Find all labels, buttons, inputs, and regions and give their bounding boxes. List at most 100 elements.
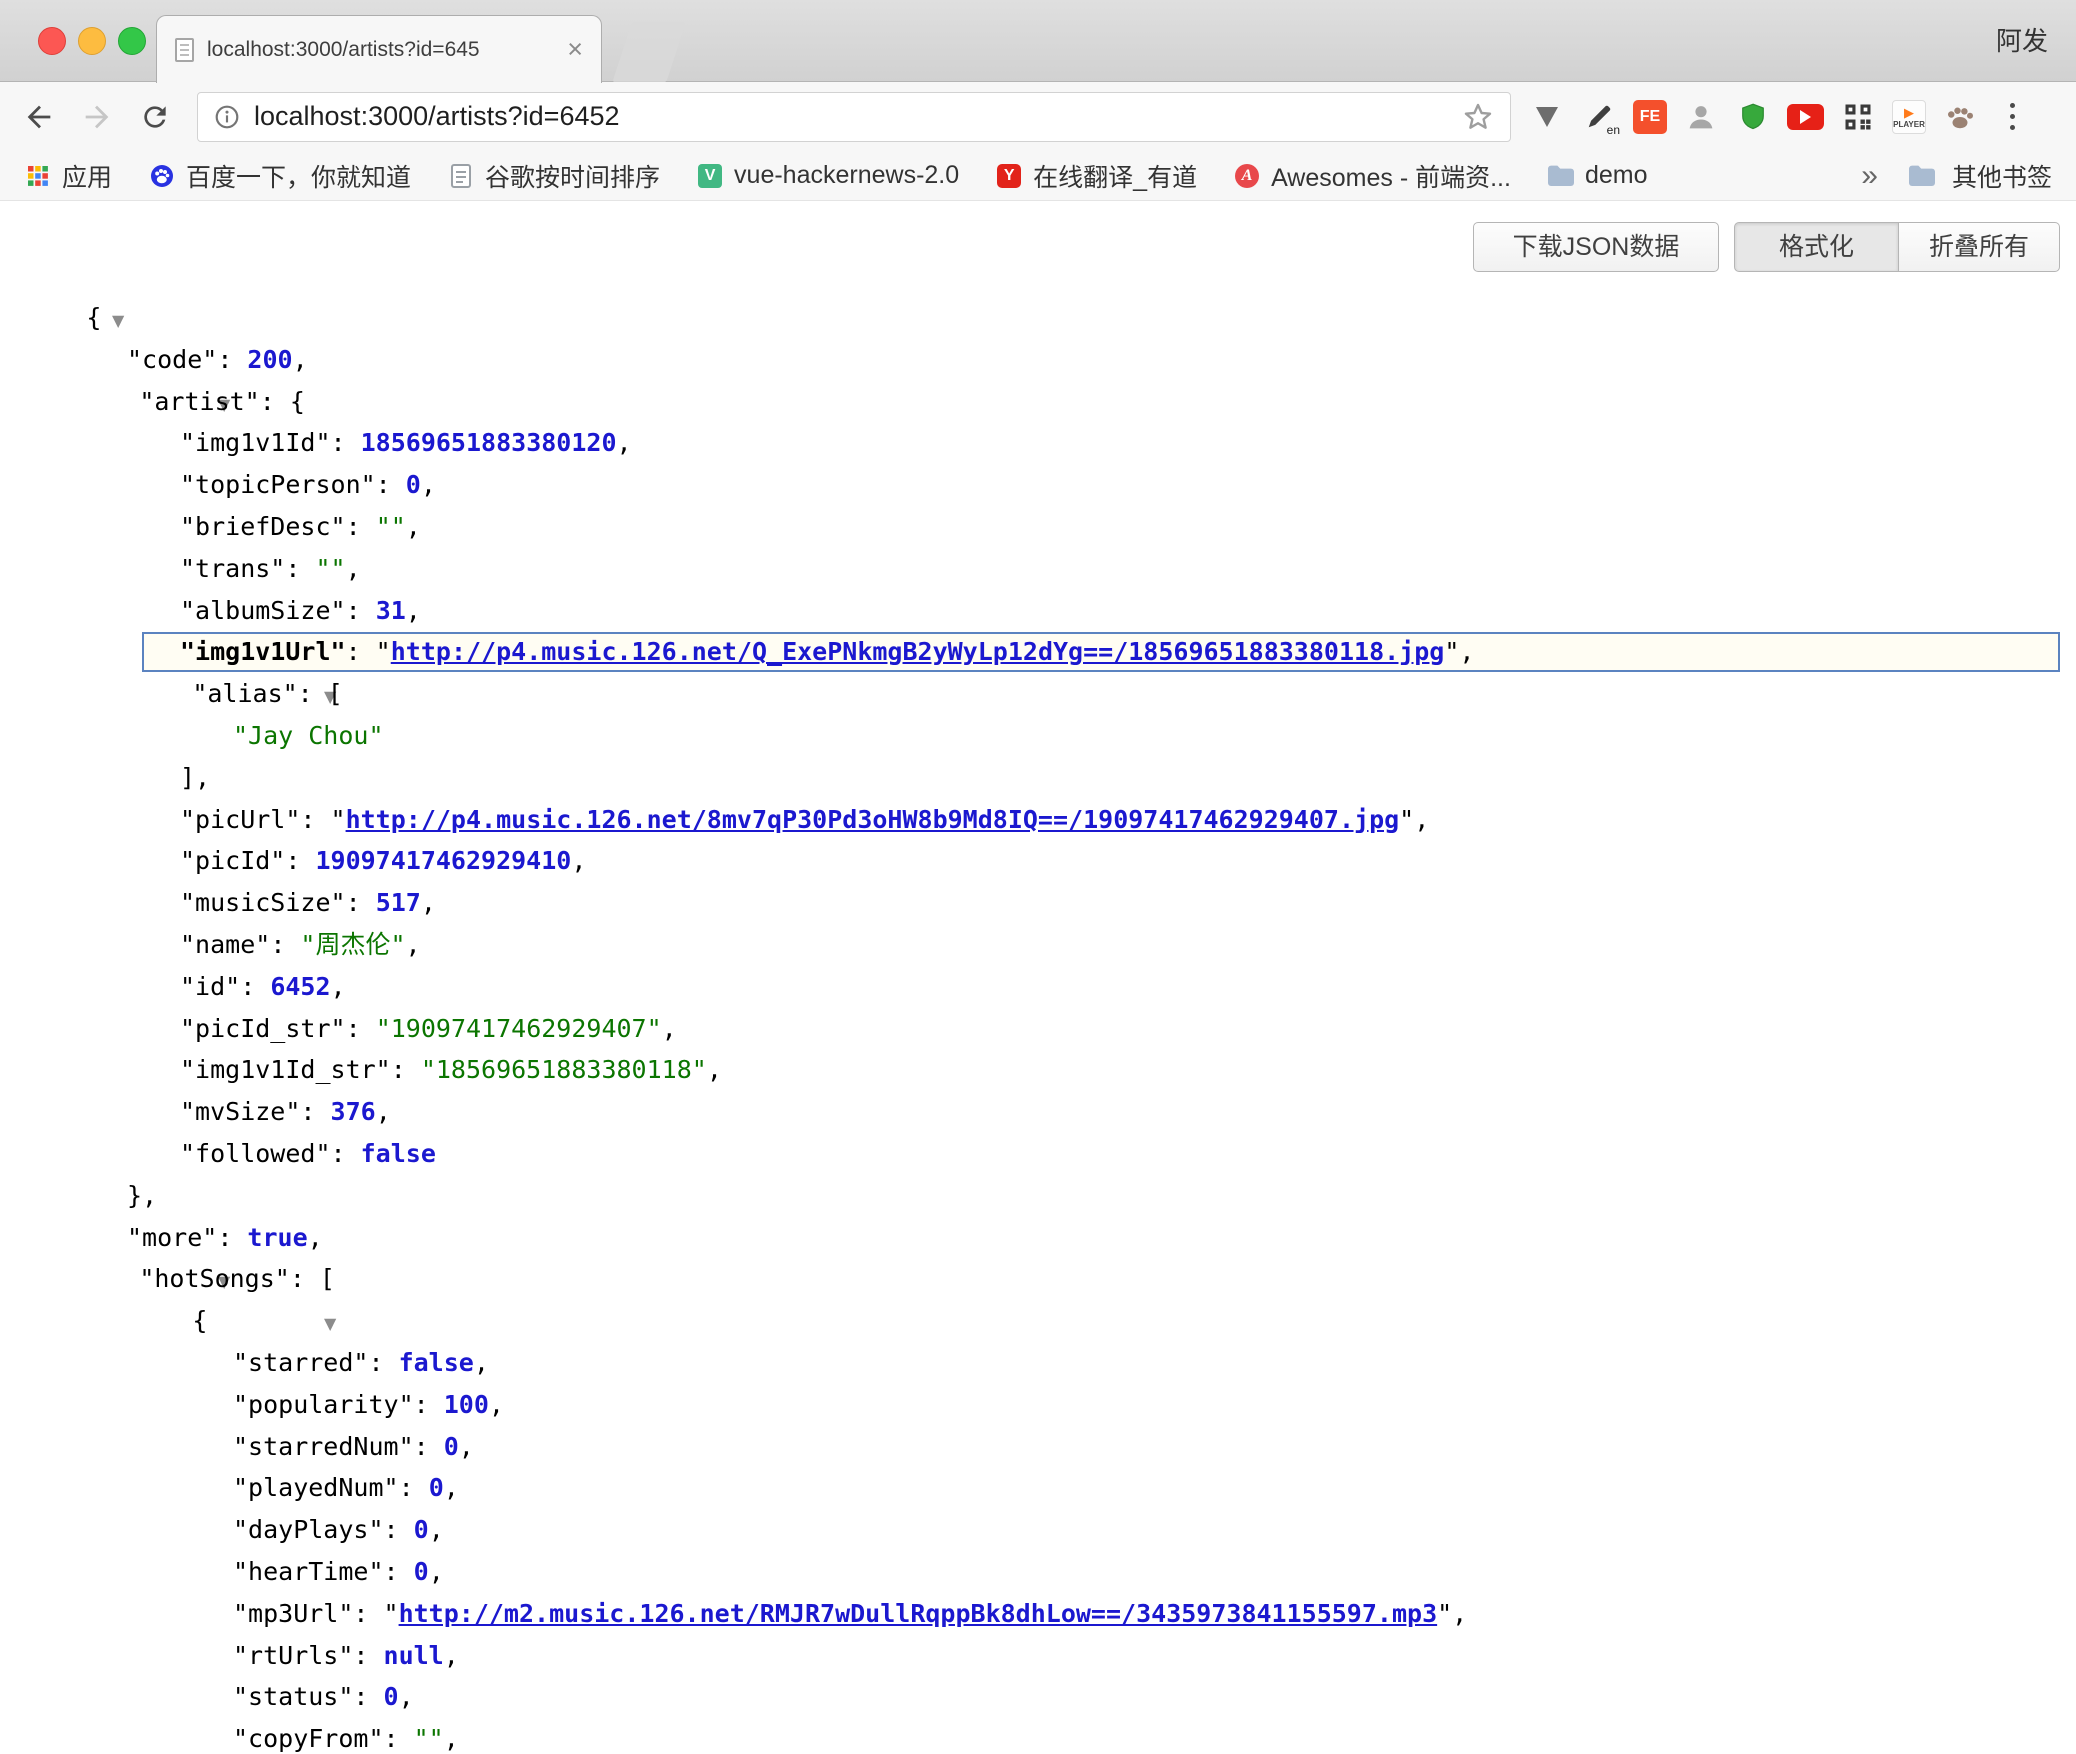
json-token: , [489, 1390, 504, 1419]
json-token: : [346, 596, 376, 625]
json-token: "img1v1Id_str" [180, 1055, 391, 1084]
close-window-button[interactable] [38, 27, 66, 55]
json-token: "starredNum" [233, 1432, 414, 1461]
json-token: "mvSize" [180, 1097, 300, 1126]
json-line: ▼"hotSongs": [ [0, 1258, 2076, 1300]
json-line: ▼{ [0, 297, 2076, 339]
json-token: : [399, 1473, 429, 1502]
bookmark-label: Awesomes - 前端资... [1271, 158, 1511, 194]
json-token: 0 [414, 1557, 429, 1586]
profile-silhouette-icon[interactable] [1683, 99, 1719, 135]
bookmark-item[interactable]: 百度一下，你就知道 [148, 158, 411, 194]
json-token: , [707, 1055, 722, 1084]
youtube-icon[interactable] [1787, 104, 1824, 130]
collapse-all-button[interactable]: 折叠所有 [1899, 222, 2060, 272]
bookmark-item[interactable]: demo [1547, 161, 1648, 190]
json-token: "briefDesc" [180, 512, 346, 541]
json-line: "dayPlays": 0, [0, 1509, 2076, 1551]
fe-icon[interactable]: FE [1633, 100, 1667, 134]
minimize-window-button[interactable] [78, 27, 106, 55]
shield-icon[interactable] [1735, 99, 1771, 135]
json-token: 0 [384, 1682, 399, 1711]
profile-name[interactable]: 阿发 [1996, 0, 2048, 82]
qr-code-icon[interactable] [1840, 99, 1876, 135]
json-token: : { [260, 387, 305, 416]
json-token: "img1v1Id" [180, 428, 331, 457]
json-line-selected: "img1v1Url": "http://p4.music.126.net/Q_… [0, 631, 2076, 673]
json-url-link[interactable]: http://p4.music.126.net/8mv7qP30Pd3oHW8b… [346, 805, 1400, 834]
json-tree: ▼{"code": 200,▼"artist": {"img1v1Id": 18… [0, 297, 2076, 1754]
json-token: : " [346, 637, 391, 666]
bookmark-label: 谷歌按时间排序 [485, 158, 660, 194]
bookmark-item[interactable]: AAwesomes - 前端资... [1233, 158, 1511, 194]
collapse-arrow-icon[interactable]: ▼ [112, 311, 124, 330]
json-line: "hearTime": 0, [0, 1551, 2076, 1593]
json-token: "name" [180, 930, 270, 959]
json-line: "img1v1Id_str": "18569651883380118", [0, 1049, 2076, 1091]
bookmark-star-icon[interactable] [1462, 101, 1494, 133]
browser-menu-icon[interactable] [1994, 99, 2030, 135]
bookmark-item[interactable]: Vvue-hackernews-2.0 [696, 161, 959, 190]
json-token: : [240, 972, 270, 1001]
paw-icon[interactable] [1942, 99, 1978, 135]
bookmark-item[interactable]: 应用 [24, 158, 112, 194]
vue-icon: V [696, 162, 724, 190]
other-bookmarks-label[interactable]: 其他书签 [1952, 158, 2052, 194]
download-json-button[interactable]: 下载JSON数据 [1473, 222, 1719, 272]
json-token: "copyFrom" [233, 1724, 384, 1753]
bookmark-label: 百度一下，你就知道 [186, 158, 411, 194]
page-icon [175, 38, 194, 62]
json-token: , [444, 1473, 459, 1502]
forward-button[interactable] [73, 93, 121, 141]
address-bar[interactable]: localhost:3000/artists?id=6452 [197, 92, 1511, 142]
tab-close-icon[interactable]: × [567, 36, 583, 63]
collapse-arrow-icon[interactable]: ▼ [324, 1314, 336, 1333]
json-token: : [368, 1348, 398, 1377]
json-token: 376 [331, 1097, 376, 1126]
json-token: "alias" [192, 679, 297, 708]
json-token: { [192, 1306, 207, 1335]
tab-strip: localhost:3000/artists?id=645 × 阿发 [0, 0, 2076, 82]
json-token: : [346, 512, 376, 541]
json-line: "img1v1Id": 18569651883380120, [0, 422, 2076, 464]
json-token: ], [180, 763, 210, 792]
json-token: "picUrl" [180, 805, 300, 834]
info-icon[interactable] [214, 104, 240, 130]
youdao-pen-icon[interactable]: en [1581, 99, 1617, 135]
json-line: "albumSize": 31, [0, 590, 2076, 632]
back-arrow-icon [22, 100, 56, 134]
json-token: , [459, 1432, 474, 1461]
viewer-controls: 下载JSON数据 格式化 折叠所有 [1473, 222, 2060, 272]
json-token: : [270, 930, 300, 959]
format-button[interactable]: 格式化 [1734, 222, 1899, 272]
json-token: : [384, 1557, 414, 1586]
back-button[interactable] [15, 93, 63, 141]
json-line: ], [0, 757, 2076, 799]
reload-button[interactable] [131, 93, 179, 141]
browser-tab[interactable]: localhost:3000/artists?id=645 × [156, 15, 602, 83]
json-line: "musicSize": 517, [0, 882, 2076, 924]
json-token: 19097417462929410 [315, 846, 571, 875]
bookmark-label: 在线翻译_有道 [1033, 158, 1197, 194]
json-line: }, [0, 1175, 2076, 1217]
bookmark-item[interactable]: Y在线翻译_有道 [995, 158, 1197, 194]
json-token: : [ [290, 1264, 335, 1293]
json-url-link[interactable]: http://p4.music.126.net/Q_ExePNkmgB2yWyL… [391, 637, 1445, 666]
json-token: false [361, 1139, 436, 1168]
json-token: : [353, 1641, 383, 1670]
new-tab-button[interactable] [612, 22, 686, 83]
bookmark-item[interactable]: 谷歌按时间排序 [447, 158, 660, 194]
player-icon[interactable]: ▶ PLAYER [1892, 100, 1926, 134]
bookmarks-overflow-chevron[interactable]: » [1861, 159, 1878, 193]
json-token: "Jay Chou" [233, 721, 384, 750]
bookmark-label: demo [1585, 161, 1648, 190]
json-token: 0 [414, 1515, 429, 1544]
json-url-link[interactable]: http://m2.music.126.net/RMJR7wDullRqppBk… [399, 1599, 1438, 1628]
zoom-window-button[interactable] [118, 27, 146, 55]
json-token: "hearTime" [233, 1557, 384, 1586]
json-token: 18569651883380120 [361, 428, 617, 457]
json-token: : [384, 1515, 414, 1544]
vimium-icon[interactable] [1529, 99, 1565, 135]
json-token: , [331, 972, 346, 1001]
json-token: , [346, 554, 361, 583]
